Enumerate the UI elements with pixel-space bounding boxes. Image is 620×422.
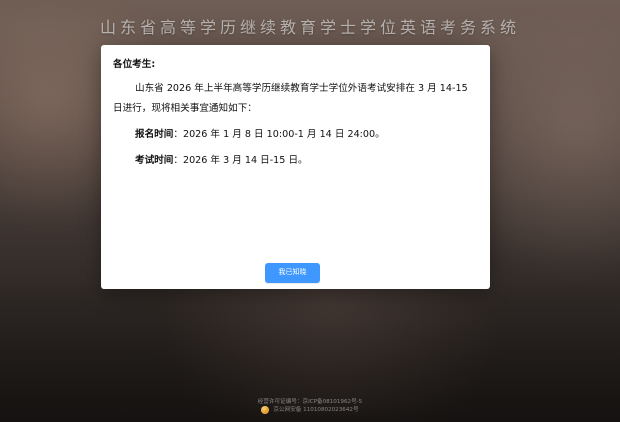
footer-police-row: 京公网安备 11010802023642号 <box>0 406 620 414</box>
notice-item-label: 考试时间 <box>135 155 174 166</box>
footer-police-text: 京公网安备 11010802023642号 <box>273 407 359 413</box>
notice-greeting: 各位考生: <box>113 59 156 70</box>
footer-icp-text: 经营许可证编号：京ICP备08101962号-5 <box>257 399 363 405</box>
notice-item-label: 报名时间 <box>135 129 174 140</box>
notice-content: 各位考生: 山东省 2026 年上半年高等学历继续教育学士学位外语考试安排在 3… <box>113 55 480 171</box>
app-title: 山东省高等学历继续教育学士学位英语考务系统 <box>99 18 520 37</box>
page: 山东省高等学历继续教育学士学位英语考务系统 各位考生: 山东省 2026 年上半… <box>0 0 620 422</box>
notice-item-value: ：2026 年 3 月 14 日-15 日。 <box>173 155 308 166</box>
notice-item-value: ：2026 年 1 月 8 日 10:00-1 月 14 日 24:00。 <box>173 129 385 140</box>
police-badge-icon <box>261 406 270 414</box>
footer: 经营许可证编号：京ICP备08101962号-5 京公网安备 110108020… <box>0 398 620 414</box>
notice-item-exam-time: 考试时间：2026 年 3 月 14 日-15 日。 <box>113 151 480 171</box>
acknowledge-button[interactable]: 我已知晓 <box>265 263 320 283</box>
notice-item-registration-time: 报名时间：2026 年 1 月 8 日 10:00-1 月 14 日 24:00… <box>113 125 480 145</box>
notice-paragraph: 山东省 2026 年上半年高等学历继续教育学士学位外语考试安排在 3 月 14-… <box>113 83 468 114</box>
notice-modal: 各位考生: 山东省 2026 年上半年高等学历继续教育学士学位外语考试安排在 3… <box>101 45 490 289</box>
